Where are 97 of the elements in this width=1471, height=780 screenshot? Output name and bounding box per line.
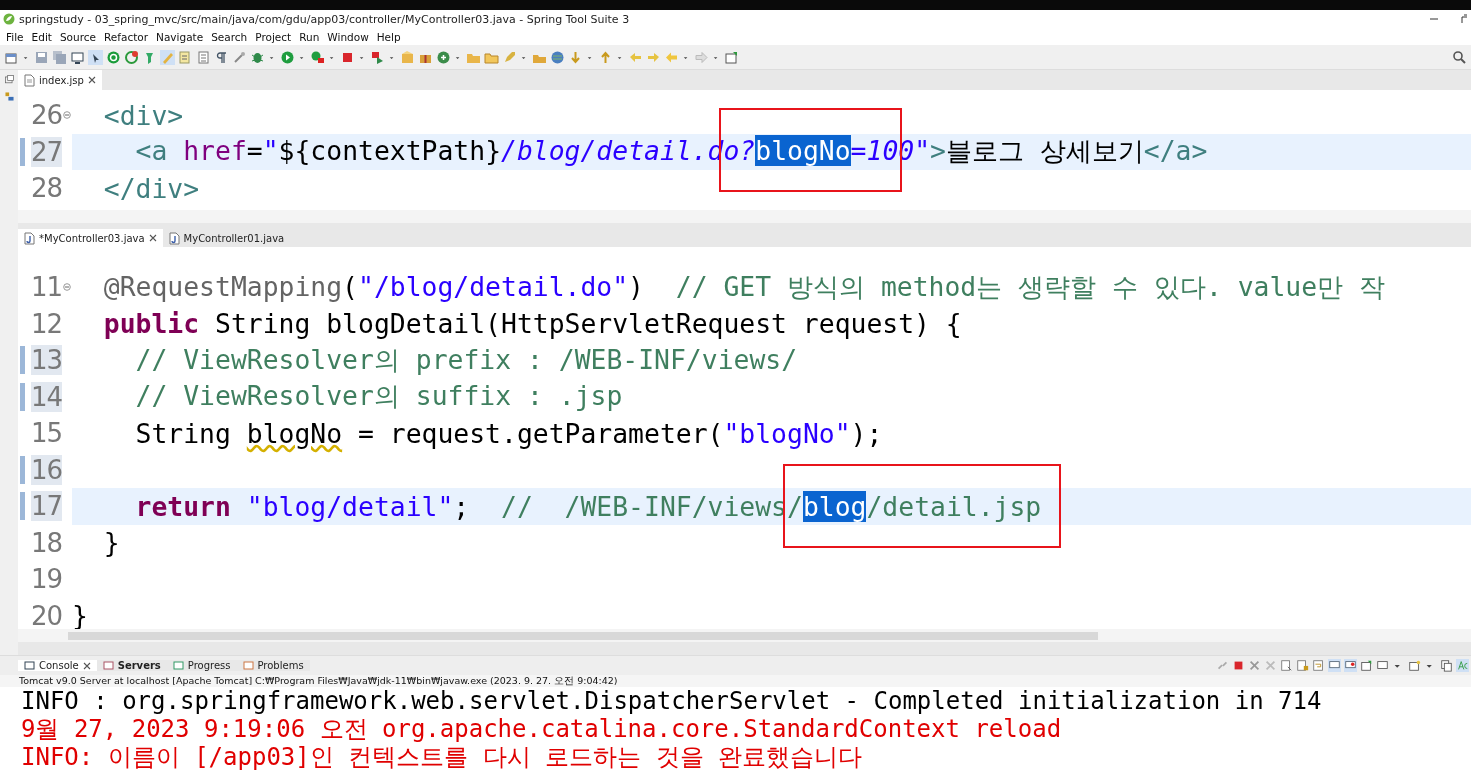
- wand-icon[interactable]: [232, 49, 247, 65]
- code-line: // ViewResolver의 suffix : .jsp: [134, 379, 623, 414]
- code-line: <div>: [102, 99, 184, 131]
- editor-tab[interactable]: *MyController03.java: [18, 229, 163, 247]
- menu-item[interactable]: Help: [372, 30, 405, 43]
- view-tab[interactable]: Problems: [236, 660, 310, 671]
- code-line: }: [72, 600, 88, 629]
- new-console-icon[interactable]: [1408, 659, 1421, 672]
- refresh-icon[interactable]: [124, 49, 139, 65]
- display-icon[interactable]: [1376, 659, 1389, 672]
- change-marker: [20, 137, 25, 166]
- remove-all-icon[interactable]: [1264, 659, 1277, 672]
- paragraph-icon[interactable]: [214, 49, 229, 65]
- line-number: 17: [30, 491, 62, 522]
- console-header: Tomcat v9.0 Server at localhost [Apache Tomcat] C:₩Program Files₩Java₩jdk-11₩bin₩javaw.exe (2023. 9. 27. 오전 9:04:42): [0, 675, 1471, 687]
- code-line: String blogNo = request.getParameter("blogNo");: [134, 417, 883, 449]
- close-icon[interactable]: [82, 661, 91, 670]
- change-marker: [20, 455, 25, 484]
- view-icon: [102, 660, 114, 671]
- line-number: 13: [30, 345, 62, 376]
- change-marker: [20, 346, 25, 374]
- cursor-icon[interactable]: [88, 49, 103, 65]
- deploy-icon[interactable]: [370, 49, 385, 65]
- code-line: }: [102, 527, 120, 559]
- spring-leaf-icon: [3, 13, 15, 25]
- menu-item[interactable]: Run: [295, 30, 324, 43]
- clear-icon[interactable]: [1280, 659, 1293, 672]
- console-line: INFO : org.springframework.web.servlet.DispatcherServlet - Completed initialization in 714: [20, 687, 1323, 715]
- output-icon[interactable]: [1328, 659, 1341, 672]
- line-number: 28: [30, 173, 62, 204]
- pin-console-icon[interactable]: [1360, 659, 1373, 672]
- run-icon[interactable]: [280, 49, 295, 65]
- code-line: </div>: [102, 172, 200, 204]
- restore-icon[interactable]: [3, 74, 15, 85]
- view-tab[interactable]: Servers: [96, 660, 167, 671]
- text-icon[interactable]: [1456, 659, 1469, 672]
- menu-item[interactable]: Window: [323, 30, 373, 43]
- view-icon: [242, 660, 254, 671]
- fold-icon[interactable]: [63, 111, 71, 120]
- line-number: 16: [30, 454, 62, 485]
- code-line: return "blog/detail"; // /WEB-INF/views/blog/detail.jsp: [72, 490, 1058, 522]
- copy-icon[interactable]: [1440, 659, 1453, 672]
- search-icon[interactable]: [1452, 49, 1467, 65]
- menu-item[interactable]: Edit: [27, 30, 56, 43]
- code-line: @RequestMapping("/blog/detail.do") // GET 방식의 method는 생략할 수 있다. value만 작: [102, 269, 1385, 304]
- menu-item[interactable]: Search: [207, 30, 252, 43]
- menu-item[interactable]: Navigate: [152, 30, 208, 43]
- java-file-icon: [24, 231, 35, 245]
- file-icon: [24, 73, 35, 87]
- view-icon: [172, 660, 184, 671]
- document-icon[interactable]: [178, 49, 193, 65]
- line-number: 12: [30, 308, 62, 339]
- power-icon[interactable]: [106, 49, 121, 65]
- console-line: 9월 27, 2023 9:19:06 오전 org.apache.catalina.core.StandardContext reload: [20, 715, 1063, 743]
- lock-icon[interactable]: [1296, 659, 1309, 672]
- java-file-icon: [168, 231, 180, 245]
- view-tab[interactable]: Progress: [166, 660, 237, 671]
- line-number: 27: [30, 136, 62, 167]
- wrap-icon[interactable]: [1312, 659, 1325, 672]
- close-icon[interactable]: [148, 234, 157, 242]
- line-number: 20: [30, 600, 62, 629]
- arrow-up-icon[interactable]: [598, 49, 613, 65]
- restore-icon[interactable]: [1461, 14, 1467, 24]
- view-tab[interactable]: Console: [18, 660, 97, 671]
- line-number: 19: [30, 564, 62, 595]
- menu-item[interactable]: Project: [251, 30, 296, 43]
- fold-icon[interactable]: [63, 283, 71, 292]
- line-number: 26: [30, 100, 62, 131]
- remove-icon[interactable]: [1248, 659, 1261, 672]
- save-icon[interactable]: [34, 49, 49, 65]
- monitor-icon[interactable]: [70, 49, 85, 65]
- code-line: public String blogDetail(HttpServletRequest request) {: [102, 308, 962, 340]
- view-icon: [24, 660, 35, 671]
- perspective-icon[interactable]: [724, 49, 739, 65]
- console-line: INFO: 이름이 [/app03]인 컨텍스트를 다시 로드하는 것을 완료했습니다: [20, 743, 863, 771]
- stop-icon[interactable]: [1232, 659, 1245, 672]
- scrollbar[interactable]: [18, 629, 1471, 642]
- run-config-icon[interactable]: [310, 49, 325, 65]
- forward-icon[interactable]: [694, 49, 709, 65]
- line-number: 18: [30, 527, 62, 558]
- window-title: springstudy - 03_spring_mvc/src/main/java/com/gdu/app03/controller/MyController03.java - Spring Tool Suite 3: [19, 12, 631, 26]
- line-number: 11: [30, 272, 62, 303]
- brush-icon[interactable]: [160, 49, 175, 65]
- code-line: // ViewResolver의 prefix : /WEB-INF/views/: [134, 342, 798, 377]
- menu-item[interactable]: Source: [55, 30, 100, 43]
- globe-icon[interactable]: [550, 49, 565, 65]
- menu-item[interactable]: File: [2, 30, 28, 43]
- change-marker: [20, 382, 25, 411]
- close-icon[interactable]: [87, 76, 96, 84]
- line-number: 14: [30, 381, 62, 412]
- error-output-icon[interactable]: [1344, 659, 1357, 672]
- change-marker: [20, 492, 25, 520]
- editor-tab[interactable]: index.jsp: [18, 70, 102, 90]
- menu-item[interactable]: Refactor: [100, 30, 153, 43]
- package-explorer-icon[interactable]: [3, 91, 15, 102]
- line-number: 15: [30, 418, 62, 449]
- arrow-down-icon[interactable]: [568, 49, 583, 65]
